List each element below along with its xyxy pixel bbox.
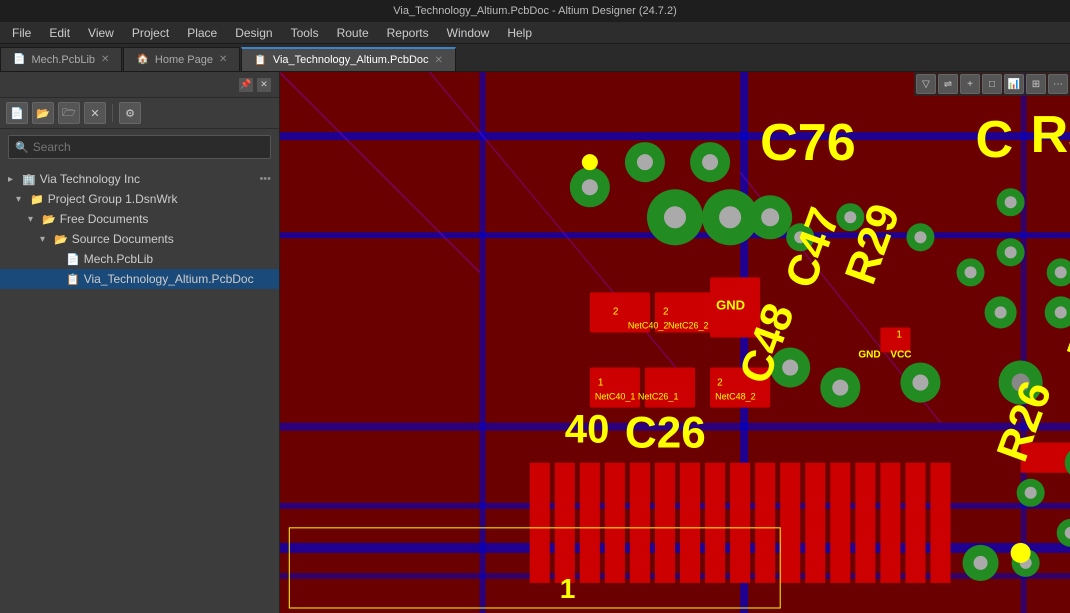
tab-icon-mech-pcblib: 📄 bbox=[13, 54, 25, 65]
route-button[interactable]: ⇌ bbox=[938, 74, 958, 94]
menu-bar: FileEditViewProjectPlaceDesignToolsRoute… bbox=[0, 22, 1070, 44]
panel-pin-button[interactable]: 📌 bbox=[239, 78, 253, 92]
rect-button[interactable]: □ bbox=[982, 74, 1002, 94]
menu-project[interactable]: Project bbox=[124, 24, 177, 42]
main-layout: 📌 ✕ 📄 📂 🗁 ✕ ⚙ 🔍 ▸ 🏢 Via Technology Inc••• ▾… bbox=[0, 72, 1070, 613]
tree-arrow-project-group: ▾ bbox=[16, 194, 26, 205]
svg-text:NetC26_2: NetC26_2 bbox=[668, 320, 709, 330]
tab-label-mech-pcblib: Mech.PcbLib bbox=[31, 54, 95, 66]
filter-button[interactable]: ▽ bbox=[916, 74, 936, 94]
close-button[interactable]: ✕ bbox=[84, 102, 106, 124]
menu-tools[interactable]: Tools bbox=[283, 24, 327, 42]
more-button[interactable]: ⋯ bbox=[1048, 74, 1068, 94]
panel-header: 📌 ✕ bbox=[0, 72, 279, 98]
svg-text:NetC48_2: NetC48_2 bbox=[715, 392, 756, 402]
svg-text:1: 1 bbox=[560, 573, 576, 604]
open-button[interactable]: 📂 bbox=[32, 102, 54, 124]
svg-text:NetC40_1: NetC40_1 bbox=[595, 392, 636, 402]
menu-route[interactable]: Route bbox=[329, 24, 377, 42]
tab-close-mech-pcblib[interactable]: ✕ bbox=[101, 54, 109, 65]
tree-arrow-via-tech-inc: ▸ bbox=[8, 174, 18, 185]
tab-close-home-page[interactable]: ✕ bbox=[219, 54, 227, 65]
tree-icon-mech-pcblib: 📄 bbox=[66, 253, 80, 266]
menu-reports[interactable]: Reports bbox=[379, 24, 437, 42]
menu-window[interactable]: Window bbox=[439, 24, 498, 42]
tree-icon-project-group: 📁 bbox=[30, 193, 44, 206]
grid-button[interactable]: ⊞ bbox=[1026, 74, 1046, 94]
projects-panel: 📌 ✕ 📄 📂 🗁 ✕ ⚙ 🔍 ▸ 🏢 Via Technology Inc••• ▾… bbox=[0, 72, 280, 613]
tree-node-mech-pcblib[interactable]: 📄 Mech.PcbLib bbox=[0, 249, 279, 269]
tree-ellipsis-via-tech-inc[interactable]: ••• bbox=[259, 173, 271, 185]
panel-controls: 📌 ✕ bbox=[239, 78, 271, 92]
svg-text:VCC: VCC bbox=[890, 350, 911, 361]
file-tree: ▸ 🏢 Via Technology Inc••• ▾ 📁 Project Group 1… bbox=[0, 165, 279, 613]
menu-help[interactable]: Help bbox=[499, 24, 540, 42]
svg-text:40: 40 bbox=[565, 408, 610, 452]
tree-node-free-documents[interactable]: ▾ 📂 Free Documents bbox=[0, 209, 279, 229]
tab-label-home-page: Home Page bbox=[155, 54, 213, 66]
pcb-canvas[interactable]: C76 C47 R29 C R3 C48 GND GND VCC R27 bbox=[280, 72, 1070, 613]
tree-label-via-tech-pcbdoc: Via_Technology_Altium.PcbDoc bbox=[84, 272, 271, 286]
tree-node-project-group[interactable]: ▾ 📁 Project Group 1.DsnWrk bbox=[0, 189, 279, 209]
svg-text:1: 1 bbox=[598, 378, 604, 389]
svg-text:C: C bbox=[976, 111, 1014, 169]
tree-node-via-tech-inc[interactable]: ▸ 🏢 Via Technology Inc••• bbox=[0, 169, 279, 189]
tab-close-via-tech-pcbdoc[interactable]: ✕ bbox=[435, 55, 443, 66]
settings-button[interactable]: ⚙ bbox=[119, 102, 141, 124]
tab-label-via-tech-pcbdoc: Via_Technology_Altium.PcbDoc bbox=[273, 54, 429, 66]
svg-text:2: 2 bbox=[663, 306, 669, 317]
open-folder-button[interactable]: 🗁 bbox=[58, 102, 80, 124]
panel-toolbar: 📄 📂 🗁 ✕ ⚙ bbox=[0, 98, 279, 129]
tree-label-free-documents: Free Documents bbox=[60, 212, 271, 226]
search-icon: 🔍 bbox=[15, 141, 29, 154]
tree-arrow-source-documents: ▾ bbox=[40, 234, 50, 245]
menu-file[interactable]: File bbox=[4, 24, 39, 42]
search-input[interactable] bbox=[33, 140, 264, 154]
search-box[interactable]: 🔍 bbox=[8, 135, 271, 159]
tab-mech-pcblib[interactable]: 📄 Mech.PcbLib ✕ bbox=[0, 47, 122, 71]
tree-label-project-group: Project Group 1.DsnWrk bbox=[48, 192, 271, 206]
tree-icon-free-documents: 📂 bbox=[42, 213, 56, 226]
svg-text:2: 2 bbox=[613, 306, 619, 317]
tree-icon-via-tech-pcbdoc: 📋 bbox=[66, 273, 80, 286]
tab-via-tech-pcbdoc[interactable]: 📋 Via_Technology_Altium.PcbDoc ✕ bbox=[241, 47, 456, 71]
svg-text:NetC40_2: NetC40_2 bbox=[628, 320, 669, 330]
title-bar: Via_Technology_Altium.PcbDoc - Altium De… bbox=[0, 0, 1070, 22]
menu-design[interactable]: Design bbox=[227, 24, 280, 42]
tree-label-via-tech-inc: Via Technology Inc bbox=[40, 172, 260, 186]
tree-arrow-free-documents: ▾ bbox=[28, 214, 38, 225]
chart-button[interactable]: 📊 bbox=[1004, 74, 1024, 94]
content-area: C76 C47 R29 C R3 C48 GND GND VCC R27 bbox=[280, 72, 1070, 613]
menu-edit[interactable]: Edit bbox=[41, 24, 78, 42]
svg-text:2: 2 bbox=[717, 378, 723, 389]
svg-text:1: 1 bbox=[896, 329, 902, 340]
tree-node-via-tech-pcbdoc[interactable]: 📋 Via_Technology_Altium.PcbDoc bbox=[0, 269, 279, 289]
svg-text:NetC26_1: NetC26_1 bbox=[638, 392, 679, 402]
panel-close-button[interactable]: ✕ bbox=[257, 78, 271, 92]
tree-icon-source-documents: 📂 bbox=[54, 233, 68, 246]
tabs-bar: 📄 Mech.PcbLib ✕ 🏠 Home Page ✕ 📋 Via_Technology_… bbox=[0, 44, 1070, 72]
svg-text:R3: R3 bbox=[1031, 106, 1070, 164]
tree-icon-via-tech-inc: 🏢 bbox=[22, 173, 36, 186]
svg-text:GND: GND bbox=[716, 297, 745, 312]
menu-place[interactable]: Place bbox=[179, 24, 225, 42]
svg-text:C26: C26 bbox=[625, 409, 706, 458]
new-project-button[interactable]: 📄 bbox=[6, 102, 28, 124]
svg-text:C76: C76 bbox=[760, 114, 856, 172]
add-button[interactable]: + bbox=[960, 74, 980, 94]
right-toolbar: ▽ ⇌ + □ 📊 ⊞ ⋯ bbox=[914, 72, 1070, 96]
svg-text:GND: GND bbox=[858, 350, 880, 361]
menu-view[interactable]: View bbox=[80, 24, 122, 42]
toolbar-separator bbox=[112, 104, 113, 122]
title-text: Via_Technology_Altium.PcbDoc - Altium De… bbox=[393, 5, 677, 17]
tab-icon-via-tech-pcbdoc: 📋 bbox=[254, 55, 266, 66]
tree-label-mech-pcblib: Mech.PcbLib bbox=[84, 252, 271, 266]
tab-home-page[interactable]: 🏠 Home Page ✕ bbox=[123, 47, 240, 71]
tab-icon-home-page: 🏠 bbox=[136, 54, 148, 65]
tree-label-source-documents: Source Documents bbox=[72, 232, 271, 246]
tree-node-source-documents[interactable]: ▾ 📂 Source Documents bbox=[0, 229, 279, 249]
